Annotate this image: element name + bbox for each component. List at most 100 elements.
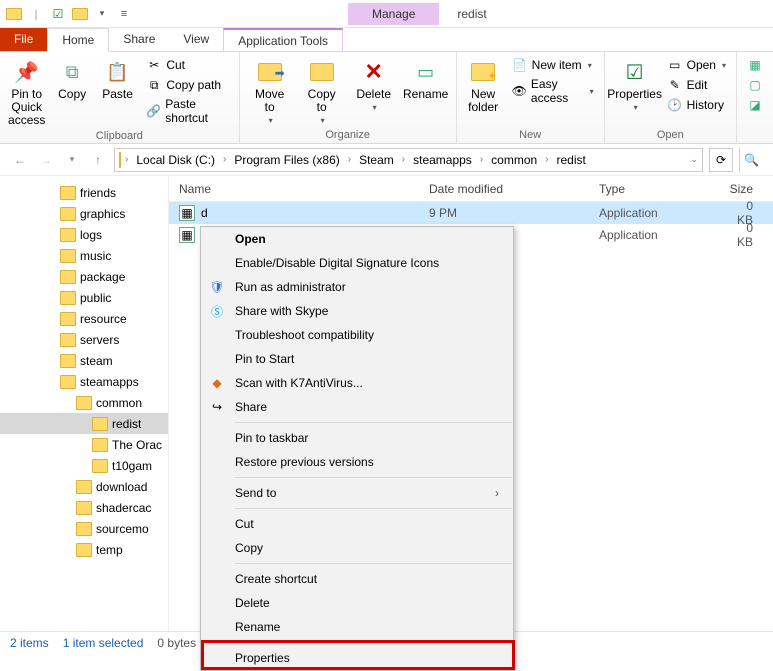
ctx-rename[interactable]: Rename	[201, 615, 513, 639]
breadcrumb[interactable]: › Local Disk (C:)› Program Files (x86)› …	[114, 148, 703, 172]
col-type[interactable]: Type	[599, 182, 729, 196]
ctx-run-as-admin[interactable]: 🛡Run as administrator	[201, 275, 513, 299]
tab-home[interactable]: Home	[47, 28, 109, 52]
copy-to-button[interactable]: Copy to▾	[298, 54, 346, 125]
up-button[interactable]: ↑	[88, 150, 108, 170]
column-headers[interactable]: Name Date modified Type Size	[169, 176, 773, 202]
file-type: Application	[599, 228, 729, 242]
crumb-4[interactable]: common	[487, 153, 541, 167]
copy-button[interactable]: ⧉ Copy	[51, 54, 92, 101]
ctx-scan-k7[interactable]: ◆Scan with K7AntiVirus...	[201, 371, 513, 395]
cut-button[interactable]: ✂Cut	[142, 56, 232, 74]
tree-item-servers[interactable]: servers	[0, 329, 168, 350]
tree-item-logs[interactable]: logs	[0, 224, 168, 245]
history-button[interactable]: 🕑History	[663, 96, 730, 114]
search-icon[interactable]: 🔍	[739, 148, 763, 172]
crumb-3[interactable]: steamapps	[409, 153, 476, 167]
folder-icon	[60, 249, 76, 263]
tree-item-graphics[interactable]: graphics	[0, 203, 168, 224]
tree-item-public[interactable]: public	[0, 287, 168, 308]
tab-share[interactable]: Share	[109, 28, 169, 51]
file-row[interactable]: ▦d 9 PMApplication0 KB	[169, 202, 773, 224]
paste-button[interactable]: 📋 Paste	[97, 54, 138, 101]
recent-locations-button[interactable]: ▾	[62, 150, 82, 170]
tree-item-resource[interactable]: resource	[0, 308, 168, 329]
copy-path-button[interactable]: ⧉Copy path	[142, 76, 232, 94]
ctx-delete[interactable]: Delete	[201, 591, 513, 615]
easy-access-button[interactable]: 👁Easy access▾	[508, 76, 598, 106]
ctx-properties[interactable]: Properties	[201, 646, 513, 670]
col-date[interactable]: Date modified	[429, 182, 599, 196]
folder-icon	[76, 396, 92, 410]
open-button[interactable]: ▭Open▾	[663, 56, 730, 74]
ctx-open[interactable]: Open	[201, 227, 513, 251]
invert-selection-button[interactable]: ◪	[743, 96, 767, 114]
group-open: ☑ Properties▾ ▭Open▾ ✎Edit 🕑History Open	[605, 52, 737, 143]
tree-item-temp[interactable]: temp	[0, 539, 168, 560]
open-icon: ▭	[667, 57, 683, 73]
properties-qat-icon[interactable]: ☑	[48, 4, 68, 24]
select-none-button[interactable]: ▢	[743, 76, 767, 94]
back-button[interactable]: ←	[10, 150, 30, 170]
tree-item-shadercac[interactable]: shadercac	[0, 497, 168, 518]
file-date: 9 PM	[429, 206, 599, 220]
edit-button[interactable]: ✎Edit	[663, 76, 730, 94]
skype-icon: Ⓢ	[209, 303, 225, 319]
ctx-cut[interactable]: Cut	[201, 512, 513, 536]
tree-item-The Orac[interactable]: The Orac	[0, 434, 168, 455]
ctx-share-skype[interactable]: ⓈShare with Skype	[201, 299, 513, 323]
titlebar: | ☑ ▾ ≡ Manage redist	[0, 0, 773, 28]
paste-shortcut-button[interactable]: 🔗Paste shortcut	[142, 96, 232, 126]
pin-to-quick-access-button[interactable]: 📌 Pin to Quick access	[6, 54, 47, 128]
new-item-button[interactable]: 📄New item▾	[508, 56, 598, 74]
ctx-restore-versions[interactable]: Restore previous versions	[201, 450, 513, 474]
new-folder-qat-icon[interactable]	[70, 4, 90, 24]
ctx-create-shortcut[interactable]: Create shortcut	[201, 567, 513, 591]
tree-item-redist[interactable]: redist	[0, 413, 168, 434]
chevron-right-icon[interactable]: ›	[123, 154, 130, 165]
tree-item-t10gam[interactable]: t10gam	[0, 455, 168, 476]
contextual-tab-manage[interactable]: Manage	[348, 3, 439, 25]
ctx-separator	[235, 563, 512, 564]
ctx-share[interactable]: ↪Share	[201, 395, 513, 419]
tree-item-sourcemo[interactable]: sourcemo	[0, 518, 168, 539]
ctx-troubleshoot-compat[interactable]: Troubleshoot compatibility	[201, 323, 513, 347]
tree-item-download[interactable]: download	[0, 476, 168, 497]
delete-button[interactable]: ✕ Delete▾	[350, 54, 398, 112]
tree-item-friends[interactable]: friends	[0, 182, 168, 203]
tree-item-steam[interactable]: steam	[0, 350, 168, 371]
tab-view[interactable]: View	[169, 28, 223, 51]
qat-dropdown-icon[interactable]: ▾	[92, 4, 112, 24]
crumb-2[interactable]: Steam	[355, 153, 398, 167]
qat-overflow-icon[interactable]: ≡	[114, 4, 134, 24]
ctx-pin-to-start[interactable]: Pin to Start	[201, 347, 513, 371]
crumb-0[interactable]: Local Disk (C:)	[132, 153, 219, 167]
refresh-button[interactable]: ⟳	[709, 148, 733, 172]
tab-file[interactable]: File	[0, 28, 47, 51]
forward-button[interactable]: →	[36, 150, 56, 170]
tree-label: The Orac	[112, 438, 162, 452]
tree-item-package[interactable]: package	[0, 266, 168, 287]
tree-item-music[interactable]: music	[0, 245, 168, 266]
move-to-button[interactable]: ➡ Move to▾	[246, 54, 294, 125]
col-size[interactable]: Size	[729, 182, 773, 196]
tree-item-common[interactable]: common	[0, 392, 168, 413]
properties-button[interactable]: ☑ Properties▾	[611, 54, 659, 112]
tab-application-tools[interactable]: Application Tools	[223, 28, 343, 51]
rename-button[interactable]: ▭ Rename	[402, 54, 450, 101]
crumb-5[interactable]: redist	[553, 153, 590, 167]
ctx-signature-icons[interactable]: Enable/Disable Digital Signature Icons	[201, 251, 513, 275]
copy-path-icon: ⧉	[146, 77, 162, 93]
tree-item-steamapps[interactable]: steamapps	[0, 371, 168, 392]
ctx-send-to[interactable]: Send to›	[201, 481, 513, 505]
select-all-button[interactable]: ▦	[743, 56, 767, 74]
group-new: ✦ New folder 📄New item▾ 👁Easy access▾ Ne…	[457, 52, 605, 143]
tree-label: servers	[80, 333, 119, 347]
col-name[interactable]: Name	[169, 182, 429, 196]
nav-tree[interactable]: friendsgraphicslogsmusicpackagepublicres…	[0, 176, 168, 631]
crumb-1[interactable]: Program Files (x86)	[230, 153, 343, 167]
address-dropdown-icon[interactable]: ⌄	[690, 154, 698, 165]
new-folder-button[interactable]: ✦ New folder	[463, 54, 504, 114]
ctx-pin-to-taskbar[interactable]: Pin to taskbar	[201, 426, 513, 450]
ctx-copy[interactable]: Copy	[201, 536, 513, 560]
